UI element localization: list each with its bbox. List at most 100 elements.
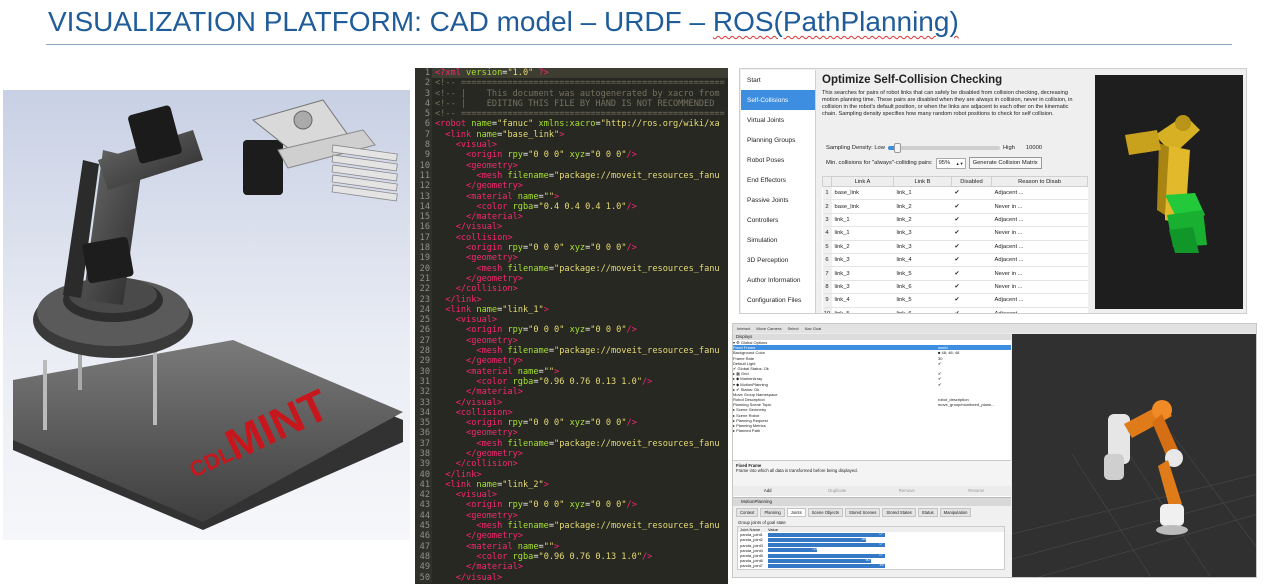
table-row[interactable]: 5 link_2 link_3 ✔ Adjacent ... — [822, 240, 1088, 254]
table-row[interactable]: 3 link_1 link_2 ✔ Adjacent ... — [822, 213, 1088, 228]
sidebar-item[interactable]: Configuration Files — [741, 290, 815, 310]
code-line: 29 </geometry> — [415, 356, 728, 367]
code-text: <!-- ===================================… — [435, 109, 725, 120]
sidebar-item[interactable]: 3D Perception — [741, 250, 815, 270]
setup-sidebar: Start Self-Collisions Virtual Joints Planni… — [741, 70, 816, 313]
joint-slider[interactable]: -45° — [768, 537, 1001, 542]
display-tree-row[interactable]: ▸ Planned Path — [733, 428, 1011, 433]
joint-slider[interactable]: -135° — [768, 547, 1001, 553]
column-header[interactable]: Disabled — [951, 176, 992, 187]
sidebar-item[interactable]: End Effectors — [741, 170, 815, 190]
table-row[interactable]: 7 link_3 link_5 ✔ Never in ... — [822, 266, 1088, 281]
table-row[interactable]: 1 base_link link_1 ✔ Adjacent ... — [822, 186, 1088, 201]
table-row[interactable]: 4 link_1 link_3 ✔ Never in ... — [822, 226, 1088, 241]
code-line: 31 <color rgba="0.96 0.76 0.13 1.0"/> — [415, 376, 728, 388]
line-number: 47 — [415, 541, 432, 552]
sidebar-item[interactable]: Robot Poses — [741, 150, 815, 170]
table-cell: base_link — [831, 199, 894, 214]
code-text: <origin rpy="0 0 0" xyz="0 0 0"/> — [466, 243, 637, 254]
code-text: <link name="link_1"> — [445, 304, 549, 315]
planning-tab[interactable]: Stored States — [882, 508, 916, 517]
planning-tab[interactable]: Scene Objects — [807, 508, 843, 517]
display-button[interactable]: Rename — [942, 486, 1012, 496]
joint-value: 90° — [865, 557, 871, 562]
table-cell: 4 — [822, 226, 832, 241]
table-cell[interactable]: ✔ — [951, 226, 992, 241]
sidebar-item[interactable]: Virtual Joints — [741, 110, 815, 130]
line-number: 26 — [415, 325, 432, 336]
table-cell: link_3 — [831, 253, 894, 268]
display-button[interactable]: Add — [733, 486, 803, 496]
row-number-header — [822, 176, 832, 187]
joint-slider[interactable]: 45° — [768, 563, 1001, 568]
planning-tab[interactable]: Manipulation — [939, 508, 972, 517]
table-row[interactable]: 6 link_3 link_4 ✔ Adjacent ... — [822, 253, 1088, 268]
generate-collision-matrix-button[interactable]: Generate Collision Matrix — [968, 157, 1042, 169]
column-header[interactable]: Link B — [893, 176, 952, 187]
sidebar-item[interactable]: Simulation — [741, 230, 815, 250]
table-cell[interactable]: ✔ — [951, 186, 992, 201]
sampling-density-slider[interactable] — [887, 143, 1000, 153]
code-text: <material name=""> — [466, 541, 560, 552]
line-number: 5 — [415, 109, 432, 120]
toolbar-tool[interactable]: Interact — [737, 326, 750, 331]
sidebar-item[interactable]: Author Information — [741, 270, 815, 290]
table-cell[interactable]: ✔ — [951, 240, 992, 254]
sidebar-item[interactable]: Passive Joints — [741, 190, 815, 210]
code-line: 18 <origin rpy="0 0 0" xyz="0 0 0"/> — [415, 243, 728, 254]
table-cell: 8 — [822, 280, 832, 295]
code-line: 8 <visual> — [415, 140, 728, 151]
table-cell[interactable]: ✔ — [951, 293, 992, 308]
table-cell: 2 — [822, 199, 832, 214]
toolbar-tool[interactable]: Select — [787, 326, 798, 331]
table-cell[interactable]: ✔ — [951, 213, 992, 228]
display-button[interactable]: Duplicate — [803, 486, 873, 496]
sidebar-item[interactable]: Self-Collisions — [741, 90, 815, 110]
cad-model-render: CDL MINT — [3, 90, 410, 540]
toolbar-tool[interactable]: Move Camera — [756, 326, 781, 331]
line-number: 46 — [415, 531, 432, 542]
table-cell[interactable]: ✔ — [951, 266, 992, 281]
urdf-code-editor[interactable]: 1 <?xml version="1.0" ?> 2 <!-- ===========… — [415, 68, 728, 584]
table-row[interactable]: 9 link_4 link_5 ✔ Adjacent ... — [822, 293, 1088, 308]
code-text: <robot name="fanuc" xmlns:xacro="http://… — [435, 119, 720, 130]
min-collisions-spinbox[interactable]: 95% ▲▼ — [935, 157, 966, 169]
planning-tab[interactable]: Status — [917, 508, 938, 517]
joint-slider[interactable]: 0° — [768, 532, 1001, 537]
code-line: 25 <visual> — [415, 315, 728, 326]
line-number: 42 — [415, 490, 432, 501]
code-line: 34 <collision> — [415, 407, 728, 419]
robot-3d-viewer[interactable] — [1095, 75, 1243, 309]
code-text: <geometry> — [466, 335, 518, 346]
planning-tab[interactable]: Joints — [786, 508, 806, 517]
table-row[interactable]: 2 base_link link_2 ✔ Never in ... — [822, 199, 1088, 214]
sampling-density-label: Sampling Density: Low — [826, 145, 885, 151]
table-cell: Adjacent ... — [991, 307, 1088, 313]
code-line: 27 <geometry> — [415, 335, 728, 347]
sidebar-item[interactable]: Start — [741, 70, 815, 90]
table-cell[interactable]: ✔ — [951, 280, 992, 295]
planning-tab[interactable]: Planning — [760, 508, 785, 517]
display-button[interactable]: Remove — [872, 486, 942, 496]
planning-tab[interactable]: Context — [736, 508, 759, 517]
table-row[interactable]: 10 link_5 link_6 ✔ Adjacent ... — [822, 307, 1088, 313]
table-cell[interactable]: ✔ — [951, 253, 992, 268]
table-cell[interactable]: ✔ — [951, 199, 992, 214]
column-header[interactable]: Reason to Disab — [991, 176, 1088, 187]
sampling-density-row: Sampling Density: Low High 10000 — [826, 143, 1042, 153]
joint-slider[interactable]: 0° — [768, 553, 1001, 558]
planning-tab[interactable]: Stored Scenes — [844, 508, 881, 517]
code-line: 7 <link name="base_link"> — [415, 129, 728, 141]
toolbar-tool[interactable]: Nav Goal — [805, 326, 822, 331]
line-number: 7 — [415, 129, 432, 141]
joint-slider[interactable]: 0° — [768, 542, 1001, 548]
sidebar-item[interactable]: Planning Groups — [741, 130, 815, 150]
code-line: 26 <origin rpy="0 0 0" xyz="0 0 0"/> — [415, 325, 728, 336]
sidebar-item[interactable]: Controllers — [741, 210, 815, 230]
table-cell: Never in ... — [991, 266, 1088, 281]
table-row[interactable]: 8 link_3 link_6 ✔ Never in ... — [822, 280, 1088, 295]
table-cell[interactable]: ✔ — [951, 307, 992, 313]
column-header[interactable]: Link A — [831, 176, 894, 187]
rviz-3d-view[interactable] — [1012, 334, 1256, 577]
code-text: <visual> — [455, 315, 498, 326]
